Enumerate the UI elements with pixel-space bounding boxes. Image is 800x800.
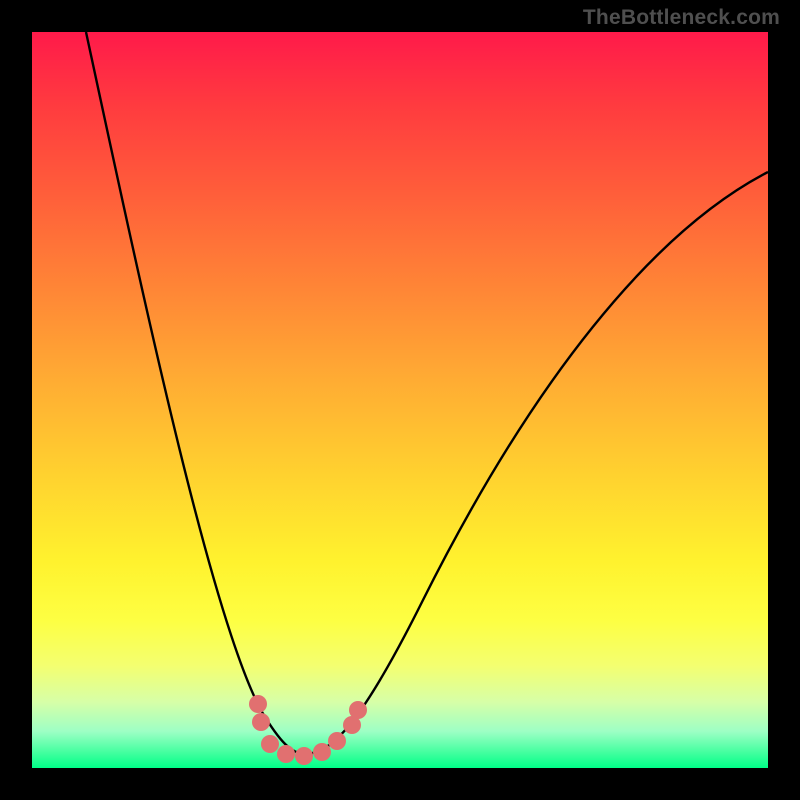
marker-3 [277, 745, 295, 763]
chart-svg [32, 32, 768, 768]
watermark-text: TheBottleneck.com [583, 6, 780, 30]
marker-5 [313, 743, 331, 761]
marker-6 [328, 732, 346, 750]
chart-area [32, 32, 768, 768]
marker-1 [252, 713, 270, 731]
marker-8 [349, 701, 367, 719]
bottleneck-curve [86, 32, 768, 754]
marker-0 [249, 695, 267, 713]
marker-4 [295, 747, 313, 765]
marker-2 [261, 735, 279, 753]
marker-group [249, 695, 367, 765]
